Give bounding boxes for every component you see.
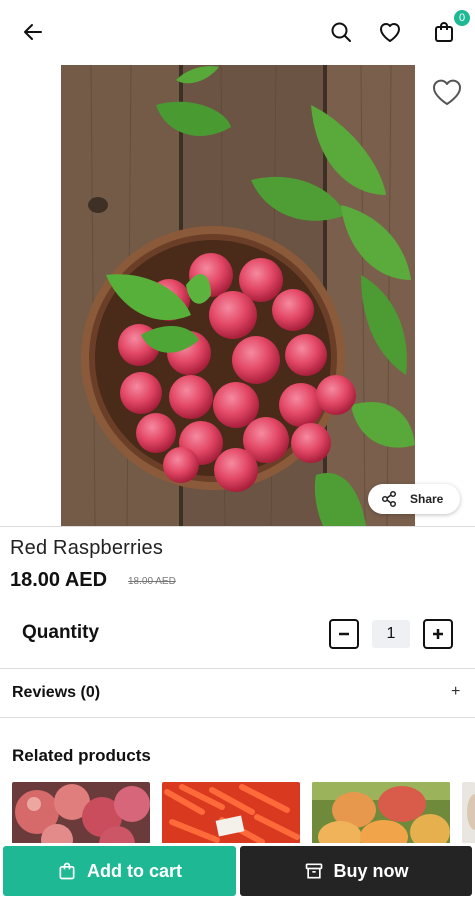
back-arrow-icon [24, 24, 42, 40]
archive-box-icon [305, 863, 322, 879]
quantity-decrease-button[interactable] [329, 619, 359, 649]
heart-icon [380, 23, 400, 42]
quantity-value[interactable]: 1 [372, 620, 410, 648]
cart-count-badge: 0 [452, 8, 472, 28]
bottom-action-bar: Add to cart Buy now [0, 843, 475, 900]
search-icon [331, 22, 351, 42]
divider [0, 526, 475, 527]
cart-button[interactable]: 0 [430, 8, 472, 46]
quantity-increase-button[interactable] [423, 619, 453, 649]
back-button[interactable] [19, 18, 47, 46]
product-image [61, 65, 415, 526]
related-products-title: Related products [12, 746, 151, 765]
related-product-partial[interactable] [462, 782, 475, 844]
shopping-bag-icon [59, 862, 75, 880]
add-to-cart-button[interactable]: Add to cart [3, 846, 236, 896]
share-button[interactable]: Share [368, 484, 460, 514]
product-price: 18.00 AED [10, 569, 108, 591]
share-label: Share [410, 492, 444, 506]
plus-icon [433, 629, 443, 639]
share-icon [381, 490, 397, 508]
add-to-cart-label: Add to cart [86, 860, 182, 881]
divider [0, 668, 475, 669]
product-title: Red Raspberries [10, 537, 164, 559]
shopping-bag-icon [435, 22, 453, 42]
product-old-price: 18.00 AED [128, 576, 176, 587]
wishlist-button[interactable] [376, 18, 404, 46]
reviews-toggle[interactable]: Reviews (0) [12, 684, 100, 702]
favorite-button[interactable] [429, 76, 465, 108]
related-product-mangoes[interactable] [312, 782, 450, 844]
divider [0, 717, 475, 718]
reviews-expand-icon[interactable]: + [451, 683, 460, 701]
top-bar: 0 [0, 0, 475, 64]
related-product-apples[interactable] [12, 782, 150, 844]
heart-outline-icon [433, 79, 461, 105]
buy-now-button[interactable]: Buy now [240, 846, 472, 896]
minus-icon [339, 632, 349, 636]
quantity-label: Quantity [22, 622, 100, 643]
related-product-carrots[interactable] [162, 782, 300, 844]
buy-now-label: Buy now [333, 860, 409, 881]
search-button[interactable] [327, 18, 355, 46]
